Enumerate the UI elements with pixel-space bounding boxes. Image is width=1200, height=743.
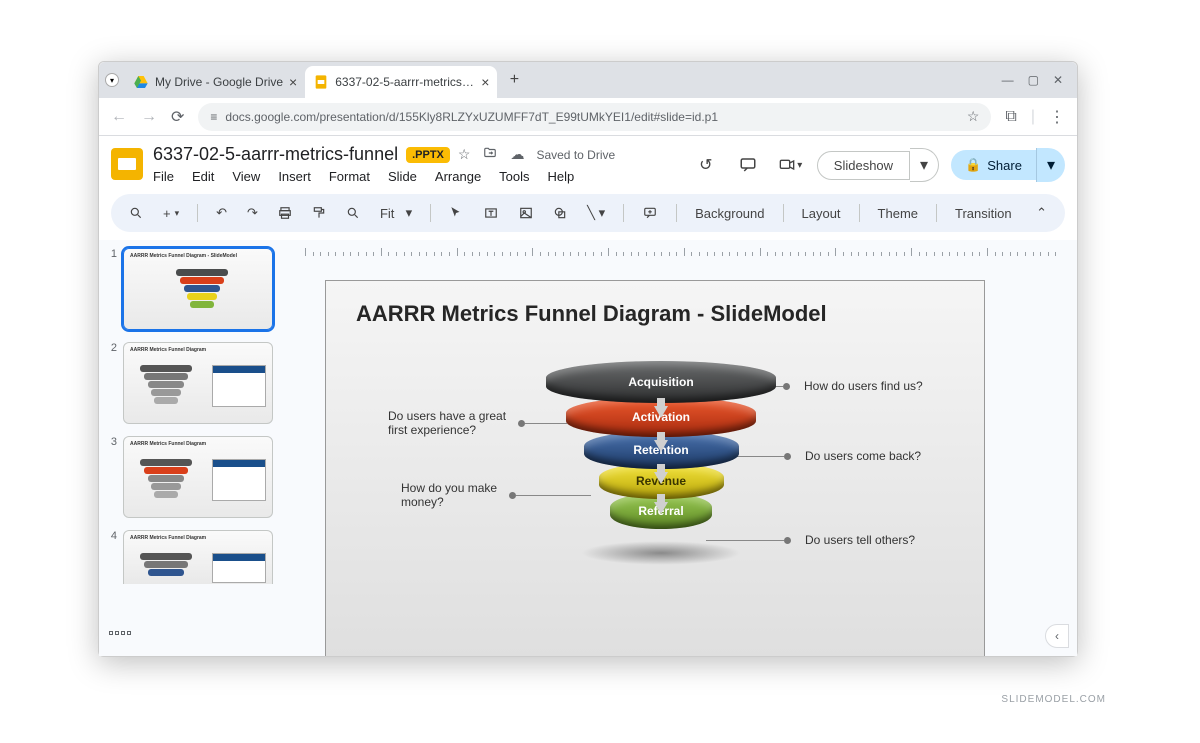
slideshow-button[interactable]: Slideshow: [817, 151, 910, 180]
slide-title-text: AARRR Metrics Funnel Diagram - SlideMode…: [356, 301, 827, 327]
extensions-area: ⧉ | ⋮: [1005, 107, 1065, 127]
menu-edit[interactable]: Edit: [192, 169, 214, 184]
line-tool[interactable]: ╲ ▾: [581, 201, 611, 225]
image-tool[interactable]: [513, 202, 539, 224]
thumb-number: 4: [109, 530, 117, 542]
share-button[interactable]: 🔒 Share: [951, 150, 1036, 180]
menu-insert[interactable]: Insert: [278, 169, 311, 184]
window-controls: — ▢ ✕: [1002, 73, 1077, 87]
share-label: Share: [987, 158, 1022, 173]
select-tool[interactable]: [443, 202, 469, 224]
extensions-icon[interactable]: ⧉: [1005, 108, 1016, 126]
menu-help[interactable]: Help: [548, 169, 575, 184]
callout-retention: Do users come back?: [726, 449, 921, 463]
slide-thumbnail-panel: 1 AARRR Metrics Funnel Diagram - SlideMo…: [99, 240, 285, 656]
search-menus-icon[interactable]: [123, 202, 149, 224]
star-icon[interactable]: ☆: [458, 146, 471, 163]
lock-icon: 🔒: [965, 157, 981, 173]
saved-status: Saved to Drive: [536, 148, 615, 162]
slide-thumbnail-1[interactable]: AARRR Metrics Funnel Diagram - SlideMode…: [123, 248, 273, 330]
drive-icon: [133, 74, 149, 90]
slideshow-dropdown[interactable]: ▾: [910, 148, 939, 182]
thumb-number: 2: [109, 342, 117, 354]
zoom-button[interactable]: [340, 202, 366, 224]
back-button[interactable]: ←: [111, 108, 127, 126]
slides-logo-icon[interactable]: [111, 148, 143, 180]
menu-slide[interactable]: Slide: [388, 169, 417, 184]
browser-tab-drive[interactable]: My Drive - Google Drive ×: [125, 66, 305, 98]
callout-referral: Do users tell others?: [706, 533, 915, 547]
browser-tab-slides-label: 6337-02-5-aarrr-metrics-funnel: [335, 75, 475, 89]
site-info-icon[interactable]: ≡: [210, 110, 217, 124]
collapse-toolbar-icon[interactable]: ⌃: [1030, 201, 1053, 225]
meet-icon[interactable]: ▾: [775, 150, 805, 180]
comment-add-button[interactable]: [636, 202, 664, 224]
current-slide[interactable]: AARRR Metrics Funnel Diagram - SlideMode…: [325, 280, 985, 656]
grid-view-button[interactable]: [109, 622, 131, 644]
slide-thumbnail-3[interactable]: AARRR Metrics Funnel Diagram: [123, 436, 273, 518]
layout-button[interactable]: Layout: [796, 202, 847, 225]
close-icon[interactable]: ×: [289, 75, 297, 89]
cloud-saved-icon[interactable]: ☁: [510, 146, 524, 163]
doc-title[interactable]: 6337-02-5-aarrr-metrics-funnel: [153, 144, 398, 165]
canvas-area[interactable]: AARRR Metrics Funnel Diagram - SlideMode…: [285, 240, 1077, 656]
bookmark-icon[interactable]: ☆: [967, 108, 980, 125]
tab-strip: ▾ My Drive - Google Drive × 6337-02-5-aa…: [99, 62, 1077, 98]
menu-file[interactable]: File: [153, 169, 174, 184]
move-icon[interactable]: [482, 146, 498, 163]
reload-button[interactable]: ⟳: [171, 107, 184, 127]
print-button[interactable]: [272, 202, 298, 224]
menu-bar: File Edit View Insert Format Slide Arran…: [153, 169, 681, 190]
horizontal-ruler: [305, 240, 1057, 256]
new-slide-button[interactable]: + ▾: [157, 202, 185, 225]
address-bar: ← → ⟳ ≡ docs.google.com/presentation/d/1…: [99, 98, 1077, 136]
url-text: docs.google.com/presentation/d/155Kly8RL…: [225, 110, 958, 124]
toolbar: + ▾ ↶ ↷ Fit ▾ ╲ ▾ Background Layout Them…: [111, 194, 1065, 232]
pptx-badge: .PPTX: [406, 147, 450, 163]
hide-menus-button[interactable]: ‹: [1045, 624, 1069, 648]
share-dropdown[interactable]: ▾: [1036, 148, 1065, 182]
menu-arrange[interactable]: Arrange: [435, 169, 481, 184]
paint-format-button[interactable]: [306, 202, 332, 224]
redo-button[interactable]: ↷: [241, 201, 264, 225]
slide-thumbnail-4[interactable]: AARRR Metrics Funnel Diagram: [123, 530, 273, 584]
maximize-icon[interactable]: ▢: [1028, 73, 1039, 87]
slides-file-icon: [313, 74, 329, 90]
funnel-layer-acquisition: Acquisition: [546, 361, 776, 403]
tab-search-icon[interactable]: ▾: [105, 73, 119, 87]
callout-revenue: How do you make money?: [401, 481, 591, 509]
menu-format[interactable]: Format: [329, 169, 370, 184]
browser-window: ▾ My Drive - Google Drive × 6337-02-5-aa…: [98, 61, 1078, 657]
close-icon[interactable]: ×: [481, 75, 489, 89]
docs-header: 6337-02-5-aarrr-metrics-funnel .PPTX ☆ ☁…: [99, 136, 1077, 190]
browser-menu-icon[interactable]: ⋮: [1049, 107, 1065, 127]
history-icon[interactable]: ↺: [691, 150, 721, 180]
menu-tools[interactable]: Tools: [499, 169, 529, 184]
menu-view[interactable]: View: [232, 169, 260, 184]
zoom-select[interactable]: Fit ▾: [374, 201, 418, 225]
workspace: 1 AARRR Metrics Funnel Diagram - SlideMo…: [99, 240, 1077, 656]
url-input[interactable]: ≡ docs.google.com/presentation/d/155Kly8…: [198, 103, 991, 131]
forward-button[interactable]: →: [141, 108, 157, 126]
background-button[interactable]: Background: [689, 202, 770, 225]
comments-icon[interactable]: [733, 150, 763, 180]
close-window-icon[interactable]: ✕: [1053, 73, 1063, 87]
callout-acquisition: How do users find us?: [751, 379, 923, 393]
watermark: SLIDEMODEL.COM: [1001, 694, 1106, 705]
shape-tool[interactable]: [547, 202, 573, 224]
undo-button[interactable]: ↶: [210, 201, 233, 225]
textbox-tool[interactable]: [477, 202, 505, 224]
transition-button[interactable]: Transition: [949, 202, 1018, 225]
thumb-number: 1: [109, 248, 117, 260]
browser-tab-slides[interactable]: 6337-02-5-aarrr-metrics-funnel ×: [305, 66, 497, 98]
minimize-icon[interactable]: —: [1002, 73, 1014, 87]
slide-thumbnail-2[interactable]: AARRR Metrics Funnel Diagram: [123, 342, 273, 424]
callout-activation: Do users have a great first experience?: [388, 409, 567, 437]
theme-button[interactable]: Theme: [872, 202, 924, 225]
thumb-number: 3: [109, 436, 117, 448]
new-tab-button[interactable]: +: [501, 67, 527, 93]
browser-tab-drive-label: My Drive - Google Drive: [155, 75, 283, 89]
slides-app: 6337-02-5-aarrr-metrics-funnel .PPTX ☆ ☁…: [99, 136, 1077, 656]
